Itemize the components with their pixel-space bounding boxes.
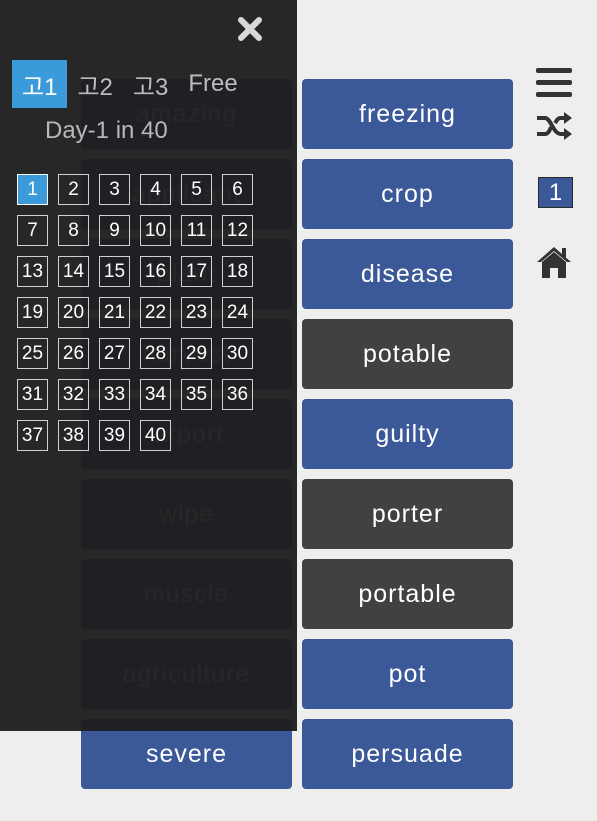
shuffle-icon <box>537 112 572 140</box>
shuffle-button[interactable] <box>534 109 574 143</box>
word-button-right[interactable]: potable <box>302 319 513 389</box>
day-cell[interactable]: 36 <box>222 379 253 410</box>
day-cell[interactable]: 2 <box>58 174 89 205</box>
day-cell[interactable]: 28 <box>140 338 171 369</box>
current-day-badge[interactable]: 1 <box>538 177 573 208</box>
day-cell[interactable]: 23 <box>181 297 212 328</box>
day-cell[interactable]: 35 <box>181 379 212 410</box>
day-select-drawer: 고1 고2 고3 Free Day-1 in 40 1 2 3 4 5 6 7 8 9 10 11 12 13… <box>0 0 297 731</box>
menu-button[interactable] <box>534 66 574 100</box>
day-cell[interactable]: 5 <box>181 174 212 205</box>
word-button-right[interactable]: disease <box>302 239 513 309</box>
day-cell[interactable]: 3 <box>99 174 130 205</box>
level-tab[interactable]: 고1 <box>12 60 68 108</box>
close-button[interactable] <box>233 12 267 46</box>
day-cell[interactable]: 10 <box>140 215 171 246</box>
day-cell[interactable]: 20 <box>58 297 89 328</box>
day-cell[interactable]: 8 <box>58 215 89 246</box>
day-cell[interactable]: 19 <box>17 297 48 328</box>
home-button[interactable] <box>534 244 574 280</box>
day-cell[interactable]: 21 <box>99 297 130 328</box>
day-cell[interactable]: 7 <box>17 215 48 246</box>
day-cell[interactable]: 4 <box>140 174 171 205</box>
day-cell[interactable]: 18 <box>222 256 253 287</box>
day-cell[interactable]: 9 <box>99 215 130 246</box>
day-cell[interactable]: 38 <box>58 420 89 451</box>
day-cell[interactable]: 1 <box>17 174 48 205</box>
day-cell[interactable]: 11 <box>181 215 212 246</box>
level-tab[interactable]: 고2 <box>67 60 122 108</box>
word-button-right[interactable]: porter <box>302 479 513 549</box>
day-cell[interactable]: 22 <box>140 297 171 328</box>
close-icon <box>238 17 262 41</box>
day-cell[interactable]: 15 <box>99 256 130 287</box>
day-cell[interactable]: 37 <box>17 420 48 451</box>
day-grid: 1 2 3 4 5 6 7 8 9 10 11 12 13 14 15 16 17 18 19 20 21 22 23 24 2… <box>17 174 253 451</box>
day-cell[interactable]: 30 <box>222 338 253 369</box>
day-title: Day-1 in 40 <box>45 117 168 144</box>
day-cell[interactable]: 29 <box>181 338 212 369</box>
day-cell[interactable]: 32 <box>58 379 89 410</box>
word-button-right[interactable]: pot <box>302 639 513 709</box>
word-button-right[interactable]: crop <box>302 159 513 229</box>
day-cell[interactable]: 14 <box>58 256 89 287</box>
day-cell[interactable]: 40 <box>140 420 171 451</box>
home-icon <box>537 247 571 278</box>
level-tab[interactable]: 고3 <box>123 60 178 108</box>
day-cell[interactable]: 17 <box>181 256 212 287</box>
day-cell[interactable]: 6 <box>222 174 253 205</box>
day-cell[interactable]: 33 <box>99 379 130 410</box>
level-tabs: 고1 고2 고3 Free <box>12 60 248 108</box>
day-cell[interactable]: 25 <box>17 338 48 369</box>
day-cell[interactable]: 34 <box>140 379 171 410</box>
menu-icon <box>536 68 572 97</box>
day-cell[interactable]: 12 <box>222 215 253 246</box>
day-cell[interactable]: 26 <box>58 338 89 369</box>
day-cell[interactable]: 39 <box>99 420 130 451</box>
day-cell[interactable]: 13 <box>17 256 48 287</box>
day-cell[interactable]: 16 <box>140 256 171 287</box>
word-button-right[interactable]: freezing <box>302 79 513 149</box>
day-cell[interactable]: 31 <box>17 379 48 410</box>
day-cell[interactable]: 24 <box>222 297 253 328</box>
word-button-right[interactable]: persuade <box>302 719 513 789</box>
word-button-right[interactable]: portable <box>302 559 513 629</box>
level-tab[interactable]: Free <box>178 60 247 108</box>
day-cell[interactable]: 27 <box>99 338 130 369</box>
word-button-right[interactable]: guilty <box>302 399 513 469</box>
